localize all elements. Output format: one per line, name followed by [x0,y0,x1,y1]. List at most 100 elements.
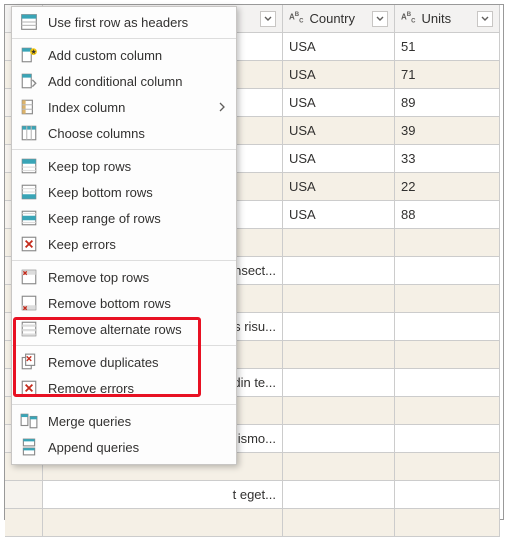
menu-remove-alternate-rows[interactable]: Remove alternate rows [12,316,236,342]
menu-item-label: Remove errors [48,381,226,396]
row-number[interactable] [5,509,43,537]
remove-duplicates-icon [20,353,38,371]
cell-units[interactable] [395,229,500,257]
cell-period[interactable]: t eget... [43,481,283,509]
add-column-icon: ★ [20,46,38,64]
promote-headers-icon [20,13,38,31]
cell-units[interactable]: 51 [395,33,500,61]
keep-errors-icon [20,235,38,253]
index-column-icon [20,98,38,116]
cell-units[interactable]: 88 [395,201,500,229]
keep-top-icon [20,157,38,175]
column-header-units[interactable]: ABC Units [395,5,500,33]
merge-icon [20,412,38,430]
keep-range-icon [20,209,38,227]
cell-units[interactable] [395,257,500,285]
filter-dropdown-icon[interactable] [477,11,493,27]
cell-units[interactable]: 89 [395,89,500,117]
menu-remove-errors[interactable]: Remove errors [12,375,236,401]
menu-item-label: Add custom column [48,48,226,63]
cell-units[interactable] [395,453,500,481]
cell-country[interactable]: USA [283,33,395,61]
menu-item-label: Remove bottom rows [48,296,226,311]
append-icon [20,438,38,456]
cell-units[interactable]: 22 [395,173,500,201]
cell-units[interactable] [395,425,500,453]
menu-keep-top-rows[interactable]: Keep top rows [12,153,236,179]
text-type-icon: ABC [289,12,303,24]
menu-separator [12,38,236,39]
cell-units[interactable] [395,481,500,509]
remove-alternate-icon [20,320,38,338]
menu-remove-duplicates[interactable]: Remove duplicates [12,349,236,375]
menu-separator [12,260,236,261]
column-header-label: Units [421,5,451,33]
menu-use-first-row-as-headers[interactable]: Use first row as headers [12,9,236,35]
cell-country[interactable]: USA [283,201,395,229]
cell-period[interactable] [43,509,283,537]
cell-country[interactable] [283,369,395,397]
menu-item-label: Append queries [48,440,226,455]
menu-item-label: Merge queries [48,414,226,429]
cell-country[interactable]: USA [283,61,395,89]
cell-country[interactable]: USA [283,145,395,173]
cell-units[interactable] [395,397,500,425]
cell-units[interactable] [395,285,500,313]
menu-item-label: Keep errors [48,237,226,252]
menu-item-label: Keep top rows [48,159,226,174]
menu-item-label: Remove duplicates [48,355,226,370]
menu-remove-top-rows[interactable]: Remove top rows [12,264,236,290]
cell-country[interactable]: USA [283,89,395,117]
menu-remove-bottom-rows[interactable]: Remove bottom rows [12,290,236,316]
cell-country[interactable] [283,229,395,257]
submenu-chevron-icon [218,102,226,112]
menu-item-label: Choose columns [48,126,226,141]
cell-units[interactable] [395,313,500,341]
menu-item-label: Remove alternate rows [48,322,226,337]
menu-index-column[interactable]: Index column [12,94,236,120]
menu-item-label: Add conditional column [48,74,226,89]
remove-errors-icon [20,379,38,397]
cell-country[interactable] [283,341,395,369]
menu-keep-range-rows[interactable]: Keep range of rows [12,205,236,231]
menu-keep-errors[interactable]: Keep errors [12,231,236,257]
cell-country[interactable] [283,509,395,537]
cell-country[interactable]: USA [283,117,395,145]
cell-units[interactable]: 39 [395,117,500,145]
cell-country[interactable] [283,453,395,481]
menu-item-label: Use first row as headers [48,15,226,30]
cell-country[interactable] [283,481,395,509]
text-type-icon: ABC [401,12,415,24]
filter-dropdown-icon[interactable] [260,11,276,27]
cell-country[interactable] [283,397,395,425]
keep-bottom-icon [20,183,38,201]
menu-append-queries[interactable]: Append queries [12,434,236,460]
cell-units[interactable]: 33 [395,145,500,173]
menu-item-label: Index column [48,100,208,115]
remove-top-icon [20,268,38,286]
cell-units[interactable]: 71 [395,61,500,89]
menu-item-label: Remove top rows [48,270,226,285]
choose-columns-icon [20,124,38,142]
menu-item-label: Keep bottom rows [48,185,226,200]
cell-country[interactable] [283,313,395,341]
column-header-label: Country [309,5,355,33]
cell-country[interactable] [283,257,395,285]
menu-separator [12,345,236,346]
menu-merge-queries[interactable]: Merge queries [12,408,236,434]
cell-country[interactable] [283,425,395,453]
cell-units[interactable] [395,369,500,397]
table-context-menu: Use first row as headers ★ Add custom co… [11,6,237,465]
cell-country[interactable] [283,285,395,313]
cell-units[interactable] [395,509,500,537]
menu-add-custom-column[interactable]: ★ Add custom column [12,42,236,68]
cell-country[interactable]: USA [283,173,395,201]
cell-units[interactable] [395,341,500,369]
row-number[interactable] [5,481,43,509]
svg-text:★: ★ [30,48,36,56]
filter-dropdown-icon[interactable] [372,11,388,27]
column-header-country[interactable]: ABC Country [283,5,395,33]
menu-keep-bottom-rows[interactable]: Keep bottom rows [12,179,236,205]
menu-add-conditional-column[interactable]: Add conditional column [12,68,236,94]
menu-choose-columns[interactable]: Choose columns [12,120,236,146]
